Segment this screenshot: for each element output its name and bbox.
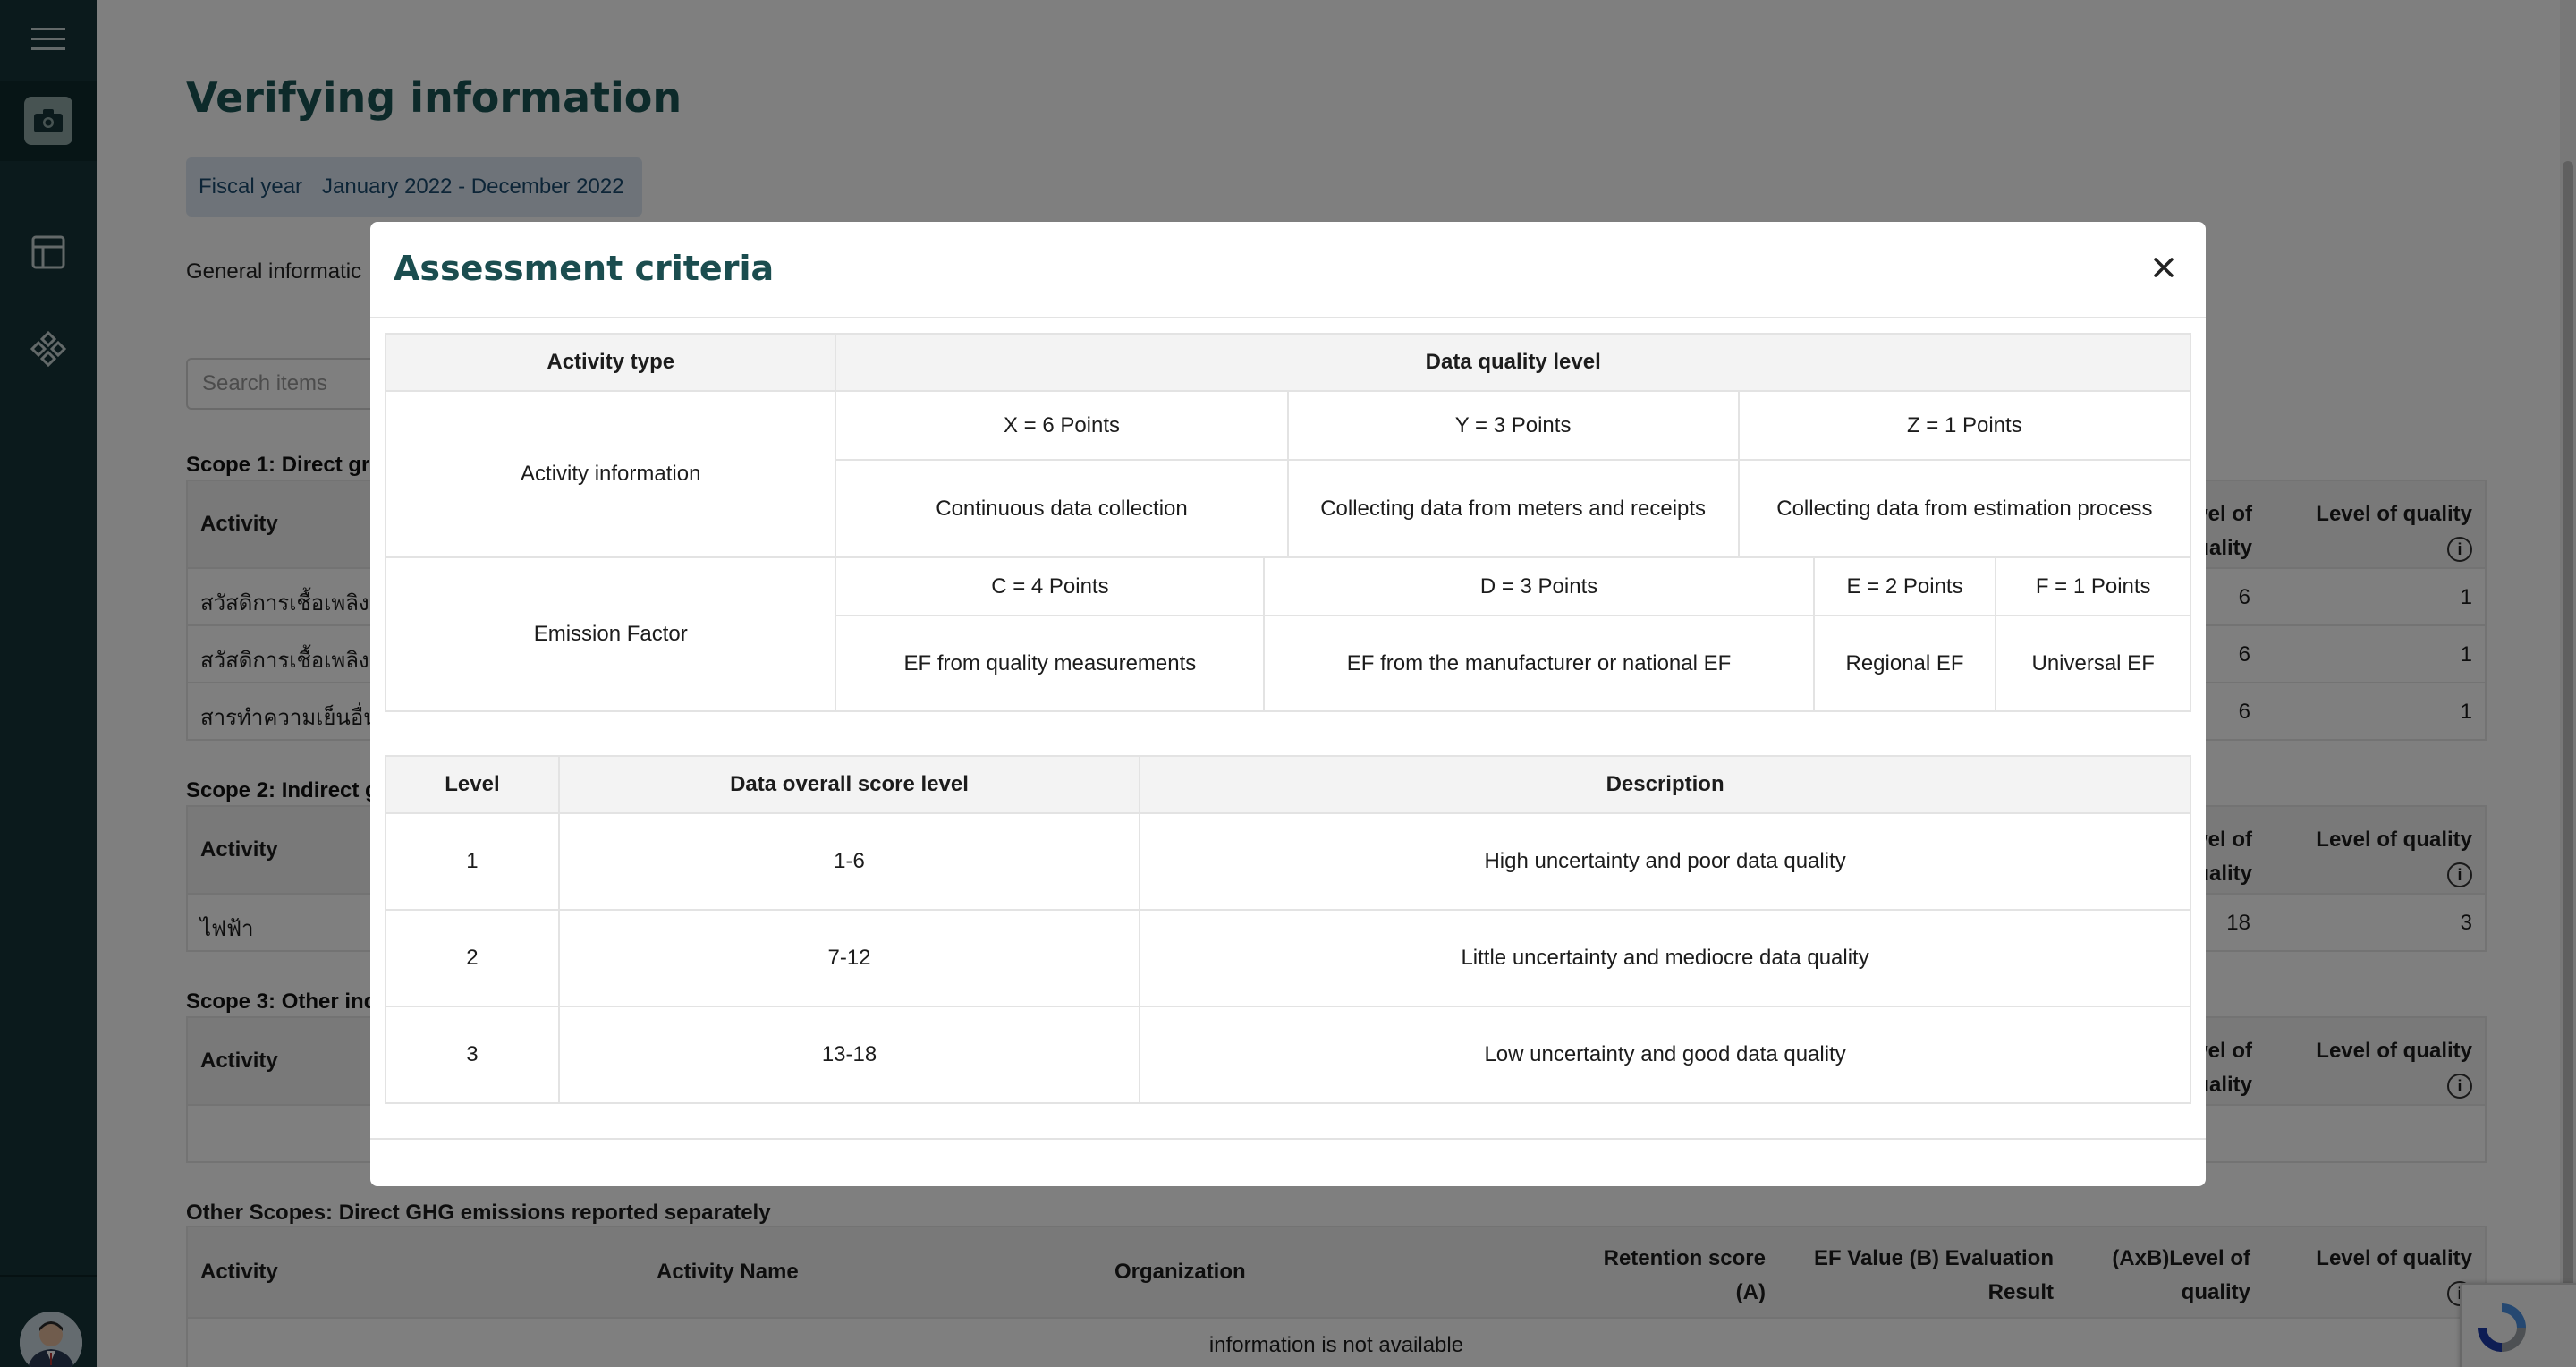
points-x: X = 6 Points [836,392,1289,461]
col-activity-type: Activity type [384,333,837,392]
desc-x: Continuous data collection [836,460,1289,556]
points-c: C = 4 Points [836,558,1266,616]
modal-footer-divider [370,1138,2206,1140]
modal-title: Assessment criteria [394,249,775,288]
desc-y: Collecting data from meters and receipts [1287,460,1740,556]
desc-c: EF from quality measurements [836,616,1266,710]
emission-points-grid: C = 4 Points D = 3 Points E = 2 Points F… [836,558,2190,710]
desc-e: Regional EF [1813,616,1997,710]
criteria-table: Activity type Data quality level Activit… [384,333,2191,712]
assessment-criteria-modal: Assessment criteria Activity type Data q… [370,222,2206,1186]
modal-header: Assessment criteria [370,222,2206,318]
close-button[interactable] [2141,245,2186,290]
table-row: 3 13-18 Low uncertainty and good data qu… [385,1006,2191,1104]
points-e: E = 2 Points [1813,558,1997,616]
col-data-quality-level: Data quality level [835,333,2191,392]
row-emission-factor: Emission Factor [384,556,837,712]
col-score: Data overall score level [557,755,1141,814]
col-description: Description [1139,755,2191,814]
table-row: 2 7-12 Little uncertainty and mediocre d… [385,909,2191,1007]
points-f: F = 1 Points [1996,558,2190,616]
level-table: Level Data overall score level Descripti… [385,755,2191,1104]
activity-points-grid: X = 6 Points Y = 3 Points Z = 1 Points C… [836,392,2190,556]
points-z: Z = 1 Points [1738,392,2190,461]
row-activity-information: Activity information [384,390,837,558]
close-icon [2154,258,2174,277]
desc-z: Collecting data from estimation process [1776,496,2153,521]
desc-d: EF from the manufacturer or national EF [1264,616,1815,710]
desc-f: Universal EF [2031,650,2155,675]
points-d: D = 3 Points [1264,558,1815,616]
points-y: Y = 3 Points [1287,392,1740,461]
col-level: Level [385,755,560,814]
table-row: 1 1-6 High uncertainty and poor data qua… [385,812,2191,911]
